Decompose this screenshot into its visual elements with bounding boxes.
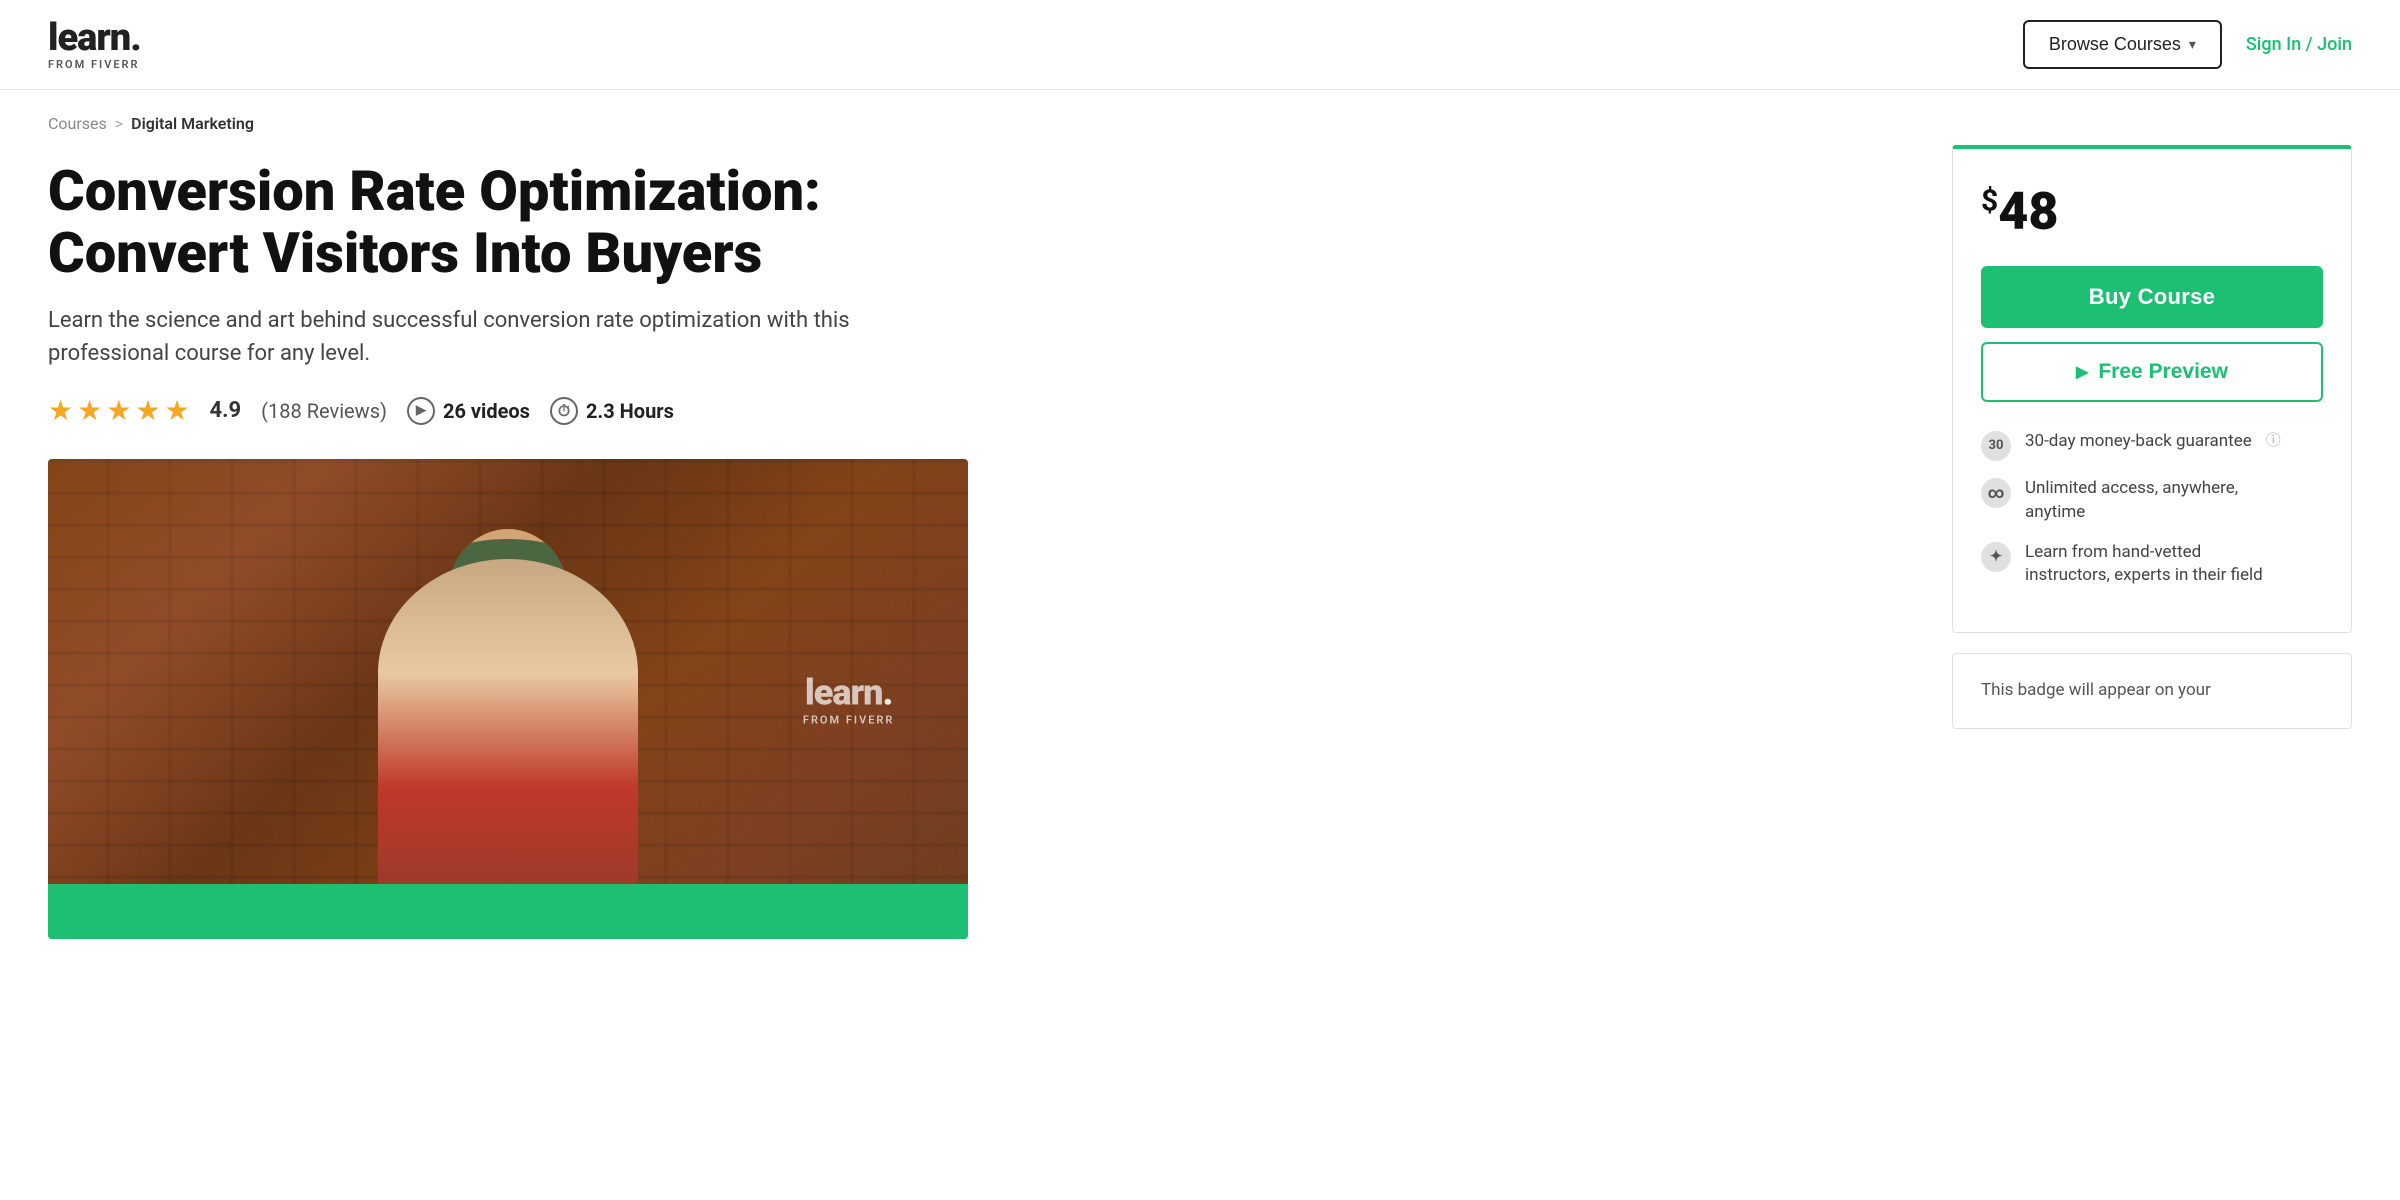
logo-subtitle: FROM FIVERR xyxy=(48,59,141,70)
info-icon[interactable]: ⓘ xyxy=(2266,430,2281,451)
video-play-icon: ▶ xyxy=(407,397,435,425)
main-layout: Conversion Rate Optimization: Convert Vi… xyxy=(0,145,2400,939)
clock-icon: ⏱ xyxy=(550,397,578,425)
thumbnail-logo-text: learn. xyxy=(803,672,895,714)
price-value: 48 xyxy=(1998,181,2058,242)
person-thumbnail xyxy=(338,519,678,939)
course-video-thumbnail[interactable]: learn. FROM FIVERR xyxy=(48,459,968,939)
price-currency: $ xyxy=(1981,184,1998,219)
preview-label: Free Preview xyxy=(2098,360,2228,384)
feature-2-line2: anytime xyxy=(2025,502,2085,522)
thumbnail-logo: learn. FROM FIVERR xyxy=(803,672,895,727)
feature-2-line1: Unlimited access, anywhere, xyxy=(2025,478,2238,498)
navbar: learn. FROM FIVERR Browse Courses ▾ Sign… xyxy=(0,0,2400,90)
feature-unlimited-access: ∞ Unlimited access, anywhere, anytime xyxy=(1981,477,2323,525)
duration: ⏱ 2.3 Hours xyxy=(550,397,674,425)
breadcrumb-current: Digital Marketing xyxy=(131,114,254,133)
person-body xyxy=(378,559,638,939)
signin-link[interactable]: Sign In / Join xyxy=(2246,34,2352,55)
badge-card-text: This badge will appear on your xyxy=(1981,680,2211,700)
browse-label: Browse Courses xyxy=(2049,34,2181,55)
course-title: Conversion Rate Optimization: Convert Vi… xyxy=(48,161,948,284)
feature-3-text: Learn from hand-vetted instructors, expe… xyxy=(2025,541,2263,589)
star-4: ★ xyxy=(135,394,160,427)
logo-learn-text: learn. xyxy=(48,16,141,60)
videos-label: 26 videos xyxy=(443,399,530,423)
feature-1-text: 30-day money-back guarantee xyxy=(2025,430,2252,454)
rating-count: (188 Reviews) xyxy=(261,399,387,423)
thumbnail-logo-sub: FROM FIVERR xyxy=(803,714,895,727)
infinity-icon: ∞ xyxy=(1981,478,2011,508)
feature-hand-vetted: ✦ Learn from hand-vetted instructors, ex… xyxy=(1981,541,2323,589)
preview-play-icon: ▶ xyxy=(2076,362,2088,382)
course-price: $48 xyxy=(1981,181,2323,242)
breadcrumb-separator: > xyxy=(115,114,123,133)
course-description: Learn the science and art behind success… xyxy=(48,304,928,370)
chevron-down-icon: ▾ xyxy=(2189,36,2196,53)
feature-3-line2: instructors, experts in their field xyxy=(2025,565,2263,585)
rating-value: 4.9 xyxy=(210,398,242,423)
logo: learn. FROM FIVERR xyxy=(48,19,141,70)
vetted-icon: ✦ xyxy=(1981,542,2011,572)
logo-text: learn. xyxy=(48,19,141,57)
video-count: ▶ 26 videos xyxy=(407,397,530,425)
feature-2-text: Unlimited access, anywhere, anytime xyxy=(2025,477,2238,525)
nav-right: Browse Courses ▾ Sign In / Join xyxy=(2023,20,2352,69)
free-preview-button[interactable]: ▶ Free Preview xyxy=(1981,342,2323,402)
star-3: ★ xyxy=(106,394,131,427)
buy-course-button[interactable]: Buy Course xyxy=(1981,266,2323,328)
course-purchase-sidebar: $48 Buy Course ▶ Free Preview 30 30-day … xyxy=(1952,145,2352,939)
hours-label: 2.3 Hours xyxy=(586,399,674,423)
purchase-card: $48 Buy Course ▶ Free Preview 30 30-day … xyxy=(1952,145,2352,633)
money-back-icon: 30 xyxy=(1981,431,2011,461)
badge-card: This badge will appear on your xyxy=(1952,653,2352,729)
thumbnail-green-bar xyxy=(48,884,968,939)
feature-3-line1: Learn from hand-vetted xyxy=(2025,542,2201,562)
star-5: ★ xyxy=(164,394,189,427)
course-detail-left: Conversion Rate Optimization: Convert Vi… xyxy=(48,145,1892,939)
star-2: ★ xyxy=(77,394,102,427)
rating-row: ★ ★ ★ ★ ★ 4.9 (188 Reviews) ▶ 26 videos … xyxy=(48,394,1892,427)
breadcrumb-parent[interactable]: Courses xyxy=(48,114,107,133)
browse-courses-button[interactable]: Browse Courses ▾ xyxy=(2023,20,2222,69)
breadcrumb: Courses > Digital Marketing xyxy=(0,90,2400,145)
star-1: ★ xyxy=(48,394,73,427)
star-rating: ★ ★ ★ ★ ★ xyxy=(48,394,190,427)
feature-money-back: 30 30-day money-back guarantee ⓘ xyxy=(1981,430,2323,461)
